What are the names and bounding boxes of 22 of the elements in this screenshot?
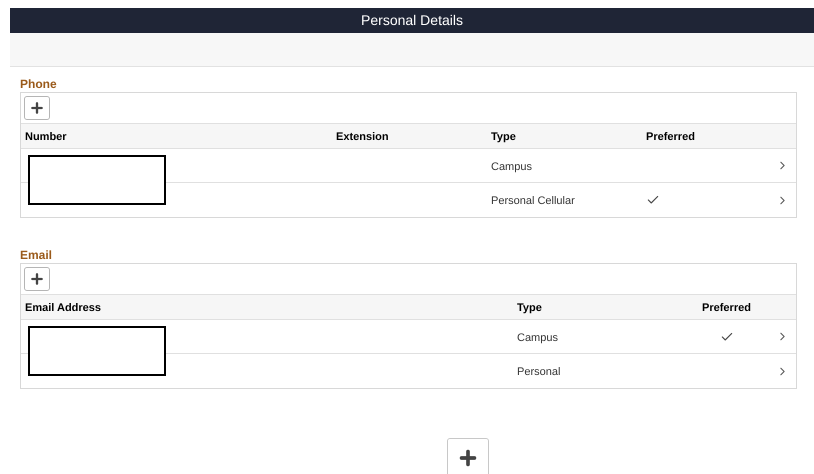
column-header: Number [25, 131, 67, 143]
column-header: Type [517, 302, 542, 314]
table-row[interactable]: Personal [21, 354, 796, 388]
plus-icon [457, 447, 479, 469]
column-header: Email Address [25, 302, 102, 314]
add-button[interactable] [24, 96, 50, 120]
add-button[interactable] [447, 438, 489, 474]
add-button[interactable] [24, 267, 50, 291]
section-title: Phone [20, 77, 58, 91]
type-cell: Personal [517, 366, 560, 378]
type-cell: Campus [491, 160, 532, 172]
plus-icon [29, 100, 45, 116]
type-cell: Personal Cellular [491, 195, 575, 207]
column-header: Type [491, 131, 516, 143]
plus-icon [29, 271, 45, 287]
column-header: Preferred [702, 302, 751, 314]
section-title: Email [20, 248, 54, 262]
type-cell: Campus [517, 332, 558, 344]
window-title: Personal Details [361, 11, 463, 30]
column-header: Extension [336, 131, 389, 143]
column-header: Preferred [646, 131, 695, 143]
table-row[interactable]: Personal Cellular [21, 183, 796, 217]
